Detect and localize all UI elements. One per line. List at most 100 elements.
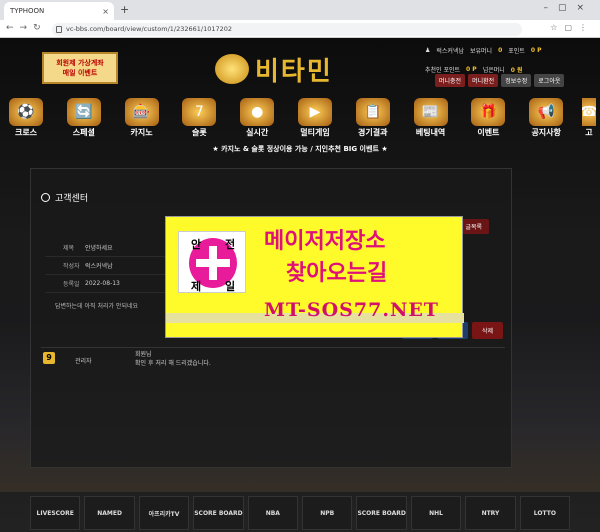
- delete-button[interactable]: 삭제: [471, 322, 503, 339]
- url-input[interactable]: vc-bbs.com/board/view/custom/1/232661/10…: [52, 23, 522, 36]
- event-line2: 매일 이벤트: [62, 69, 98, 77]
- user-name: 럭스커넥남: [436, 48, 464, 55]
- footer-link[interactable]: NPB: [302, 496, 353, 530]
- user-icon: ♟: [425, 47, 431, 54]
- site-logo[interactable]: 비타민: [215, 48, 375, 90]
- browser-tab-strip: TYPHOON × + –▢×: [0, 0, 600, 20]
- new-tab-icon[interactable]: +: [120, 3, 129, 16]
- points-value: 0 P: [530, 47, 542, 54]
- comment-author: 관리자: [75, 358, 92, 365]
- menu-label: 고: [585, 128, 593, 137]
- logo-text: 비타민: [255, 56, 333, 87]
- withdraw-button[interactable]: 머니환전: [468, 74, 499, 87]
- logout-button[interactable]: 로그아웃: [534, 74, 565, 87]
- footer-link[interactable]: NAMED: [84, 496, 135, 530]
- menu-item-special[interactable]: 🔄 스페셜: [62, 98, 106, 140]
- ad-url[interactable]: MT-SOS77.NET: [264, 299, 439, 321]
- user-buttons: 머니충전 머니환전 정보수정 로그아웃: [435, 74, 565, 87]
- badge-chars: 안 전제 일: [179, 236, 247, 294]
- admin-avatar: 9: [43, 352, 55, 364]
- slot-icon: 7: [182, 98, 217, 126]
- profile-button[interactable]: 정보수정: [501, 74, 532, 87]
- menu-label: 스페셜: [72, 128, 95, 137]
- footer-link[interactable]: LIVESCORE: [30, 496, 81, 530]
- badge-char: 전: [224, 238, 236, 251]
- footer-link[interactable]: LOTTO: [519, 496, 571, 530]
- menu-item-slot[interactable]: 7 슬롯: [177, 98, 221, 140]
- page: 회원제 가상계좌매일 이벤트 비타민 ♟ 럭스커넥남 보유머니 0 포인트 0 P 추천인…: [0, 38, 600, 532]
- event-line1: 회원제 가상계좌: [56, 59, 104, 67]
- footer-link[interactable]: 아프리카TV: [138, 496, 190, 530]
- menu-label: 멀티게임: [300, 128, 330, 137]
- comment: 9 관리자 회원님 확인 후 처리 해 드리겠습니다.: [41, 347, 505, 373]
- comment-body: 회원님 확인 후 처리 해 드리겠습니다.: [135, 350, 211, 368]
- user-info: ♟ 럭스커넥남 보유머니 0 포인트 0 P 추천인 포인트 0 P 넘은머니 0 원: [425, 45, 595, 75]
- menu-label: 경기결과: [358, 128, 388, 137]
- main-menu: ⚽ 크로스 🔄 스페셜 🎰 카지노 7 슬롯 ● 실시간 ▶ 멀티게임 📋 경기결과 📰 베팅내…: [0, 98, 600, 140]
- info-key: 제목: [63, 245, 75, 252]
- comment-text: 확인 후 처리 해 드리겠습니다.: [135, 360, 211, 367]
- menu-item-casino[interactable]: 🎰 카지노: [120, 98, 164, 140]
- cash-value: 0 원: [510, 67, 523, 74]
- footer-links: LIVESCORE NAMED 아프리카TV SCORE BOARD NBA N…: [30, 496, 571, 530]
- cash-label: 넘은머니: [482, 67, 505, 74]
- event-banner[interactable]: 회원제 가상계좌매일 이벤트: [42, 52, 118, 84]
- footer-link[interactable]: NBA: [247, 496, 299, 530]
- notice-icon: 📢: [529, 98, 564, 126]
- deposit-button[interactable]: 머니충전: [435, 74, 466, 87]
- ad-headline: 메이저저장소: [264, 229, 386, 254]
- badge-char: 안: [190, 238, 202, 251]
- menu-item-results[interactable]: 📋 경기결과: [351, 98, 395, 140]
- menu-label: 공지사항: [531, 128, 561, 137]
- url-text: vc-bbs.com/board/view/custom/1/232661/10…: [66, 25, 233, 33]
- info-row: 작성자 럭스커넥남: [45, 257, 185, 275]
- menu-label: 이벤트: [477, 128, 500, 137]
- menu-item-multigame[interactable]: ▶ 멀티게임: [293, 98, 337, 140]
- menu-label: 카지노: [130, 128, 153, 137]
- roulette-icon: 🎰: [124, 98, 159, 126]
- menu-label: 크로스: [14, 128, 38, 137]
- browser-tab[interactable]: TYPHOON ×: [4, 2, 114, 20]
- clipboard-icon: 📋: [355, 98, 390, 126]
- menu-item-live[interactable]: ● 실시간: [235, 98, 279, 140]
- browser-menu-icons[interactable]: ☆▢⋮: [550, 23, 594, 32]
- announcement: ★ 카지노 & 슬롯 정상이용 가능 / 지인추천 BIG 이벤트 ★: [212, 145, 388, 153]
- footer-link[interactable]: SCORE BOARD: [193, 496, 244, 530]
- badge-char: 제: [190, 280, 202, 293]
- footer-link[interactable]: NTRY: [465, 496, 516, 530]
- menu-item-bet-history[interactable]: 📰 베팅내역: [409, 98, 453, 140]
- nav-buttons[interactable]: ←→↻: [6, 23, 47, 33]
- points-label: 포인트: [508, 48, 525, 55]
- panel-title-text: 고객센터: [55, 194, 89, 204]
- bonus-value: 0 P: [466, 66, 477, 73]
- address-bar: ←→↻ vc-bbs.com/board/view/custom/1/23266…: [0, 20, 600, 38]
- menu-label: 베팅내역: [415, 128, 446, 137]
- newspaper-icon: 📰: [413, 98, 448, 126]
- info-value: 럭스커넥남: [85, 263, 113, 270]
- menu-item-support[interactable]: ☎ 고: [581, 98, 596, 140]
- menu-item-cross[interactable]: ⚽ 크로스: [4, 98, 48, 140]
- ad-subheadline: 찾아오는길: [286, 261, 388, 286]
- menu-item-event[interactable]: 🎁 이벤트: [466, 98, 510, 140]
- close-icon[interactable]: ×: [102, 7, 109, 16]
- soccer-ball-icon: ⚽: [9, 98, 43, 126]
- list-button[interactable]: 글목록: [458, 219, 489, 234]
- deposit-label: 보유머니: [470, 48, 493, 55]
- deposit-value: 0: [498, 47, 503, 54]
- safety-badge: 안 전제 일: [178, 231, 246, 293]
- info-value: 안녕하세요: [85, 245, 113, 252]
- info-value: 2022-08-13: [85, 280, 120, 287]
- footer-link[interactable]: SCORE BOARD: [356, 496, 407, 530]
- footer-link[interactable]: NHL: [410, 496, 462, 530]
- menu-label: 실시간: [246, 128, 269, 137]
- menu-item-notice[interactable]: 📢 공지사항: [524, 98, 568, 140]
- info-key: 등록일: [63, 281, 80, 288]
- post-info: 제목 안녕하세요 작성자 럭스커넥남 등록일 2022-08-13: [45, 239, 185, 293]
- gift-icon: 🎁: [471, 98, 506, 126]
- badge-char: 일: [224, 280, 236, 293]
- bonus-label: 추천인 포인트: [425, 67, 461, 74]
- ad-overlay[interactable]: 안 전제 일 메이저저장소 찾아오는길 MT-SOS77.NET: [165, 216, 464, 338]
- special-icon: 🔄: [66, 98, 101, 126]
- window-controls[interactable]: –▢×: [543, 3, 594, 13]
- lock-icon: [56, 26, 62, 33]
